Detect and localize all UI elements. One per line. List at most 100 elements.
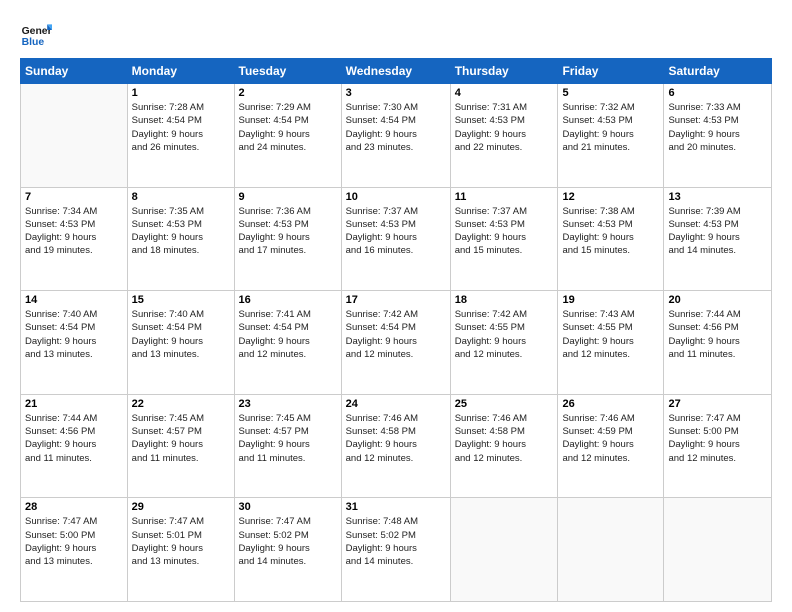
day-cell: 15 Sunrise: 7:40 AMSunset: 4:54 PMDayligh… bbox=[127, 291, 234, 395]
day-number: 12 bbox=[562, 191, 659, 203]
day-number: 8 bbox=[132, 191, 230, 203]
day-cell: 21 Sunrise: 7:44 AMSunset: 4:56 PMDayligh… bbox=[21, 394, 128, 498]
day-number: 24 bbox=[346, 398, 446, 410]
calendar-body: 1 Sunrise: 7:28 AMSunset: 4:54 PMDaylight… bbox=[21, 84, 772, 602]
day-cell: 10Sunrise: 7:37 AMSunset: 4:53 PMDayligh… bbox=[341, 187, 450, 291]
calendar-table: SundayMondayTuesdayWednesdayThursdayFrid… bbox=[20, 58, 772, 602]
day-cell: 28Sunrise: 7:47 AMSunset: 5:00 PMDayligh… bbox=[21, 498, 128, 602]
day-cell: 2 Sunrise: 7:29 AMSunset: 4:54 PMDaylight… bbox=[234, 84, 341, 188]
day-number: 7 bbox=[25, 191, 123, 203]
day-number: 11 bbox=[455, 191, 554, 203]
day-number: 25 bbox=[455, 398, 554, 410]
day-number: 23 bbox=[239, 398, 337, 410]
day-number: 1 bbox=[132, 87, 230, 99]
day-number: 5 bbox=[562, 87, 659, 99]
day-cell: 19 Sunrise: 7:43 AMSunset: 4:55 PMDayligh… bbox=[558, 291, 664, 395]
weekday-saturday: Saturday bbox=[664, 59, 772, 84]
day-info: Sunrise: 7:32 AMSunset: 4:53 PMDaylight:… bbox=[562, 101, 659, 154]
weekday-sunday: Sunday bbox=[21, 59, 128, 84]
day-info: Sunrise: 7:40 AMSunset: 4:54 PMDaylight:… bbox=[132, 308, 230, 361]
day-cell: 12 Sunrise: 7:38 AMSunset: 4:53 PMDayligh… bbox=[558, 187, 664, 291]
day-info: Sunrise: 7:48 AMSunset: 5:02 PMDaylight:… bbox=[346, 515, 446, 568]
day-number: 22 bbox=[132, 398, 230, 410]
day-number: 18 bbox=[455, 294, 554, 306]
day-info: Sunrise: 7:46 AMSunset: 4:59 PMDaylight:… bbox=[562, 412, 659, 465]
day-info: Sunrise: 7:47 AMSunset: 5:02 PMDaylight:… bbox=[239, 515, 337, 568]
day-number: 4 bbox=[455, 87, 554, 99]
day-cell bbox=[664, 498, 772, 602]
day-cell: 27Sunrise: 7:47 AMSunset: 5:00 PMDayligh… bbox=[664, 394, 772, 498]
day-info: Sunrise: 7:29 AMSunset: 4:54 PMDaylight:… bbox=[239, 101, 337, 154]
day-info: Sunrise: 7:41 AMSunset: 4:54 PMDaylight:… bbox=[239, 308, 337, 361]
day-cell: 1 Sunrise: 7:28 AMSunset: 4:54 PMDaylight… bbox=[127, 84, 234, 188]
day-info: Sunrise: 7:39 AMSunset: 4:53 PMDaylight:… bbox=[668, 205, 767, 258]
day-number: 30 bbox=[239, 501, 337, 513]
header: General Blue bbox=[20, 18, 772, 50]
day-info: Sunrise: 7:42 AMSunset: 4:54 PMDaylight:… bbox=[346, 308, 446, 361]
day-number: 20 bbox=[668, 294, 767, 306]
day-cell bbox=[558, 498, 664, 602]
day-info: Sunrise: 7:38 AMSunset: 4:53 PMDaylight:… bbox=[562, 205, 659, 258]
week-row-4: 21 Sunrise: 7:44 AMSunset: 4:56 PMDayligh… bbox=[21, 394, 772, 498]
day-number: 29 bbox=[132, 501, 230, 513]
day-cell: 17 Sunrise: 7:42 AMSunset: 4:54 PMDayligh… bbox=[341, 291, 450, 395]
logo: General Blue bbox=[20, 18, 56, 50]
day-number: 26 bbox=[562, 398, 659, 410]
day-cell: 5 Sunrise: 7:32 AMSunset: 4:53 PMDaylight… bbox=[558, 84, 664, 188]
day-cell: 23Sunrise: 7:45 AMSunset: 4:57 PMDayligh… bbox=[234, 394, 341, 498]
day-number: 31 bbox=[346, 501, 446, 513]
day-cell: 4 Sunrise: 7:31 AMSunset: 4:53 PMDaylight… bbox=[450, 84, 558, 188]
day-number: 16 bbox=[239, 294, 337, 306]
day-number: 2 bbox=[239, 87, 337, 99]
day-number: 13 bbox=[668, 191, 767, 203]
day-cell bbox=[450, 498, 558, 602]
day-cell: 25Sunrise: 7:46 AMSunset: 4:58 PMDayligh… bbox=[450, 394, 558, 498]
day-number: 15 bbox=[132, 294, 230, 306]
svg-text:Blue: Blue bbox=[22, 37, 45, 48]
day-number: 21 bbox=[25, 398, 123, 410]
page: General Blue SundayMondayTuesdayWednesda… bbox=[0, 0, 792, 612]
day-cell: 16 Sunrise: 7:41 AMSunset: 4:54 PMDayligh… bbox=[234, 291, 341, 395]
week-row-5: 28Sunrise: 7:47 AMSunset: 5:00 PMDayligh… bbox=[21, 498, 772, 602]
day-cell: 24 Sunrise: 7:46 AMSunset: 4:58 PMDayligh… bbox=[341, 394, 450, 498]
weekday-friday: Friday bbox=[558, 59, 664, 84]
day-cell: 9 Sunrise: 7:36 AMSunset: 4:53 PMDaylight… bbox=[234, 187, 341, 291]
day-info: Sunrise: 7:43 AMSunset: 4:55 PMDaylight:… bbox=[562, 308, 659, 361]
weekday-thursday: Thursday bbox=[450, 59, 558, 84]
weekday-tuesday: Tuesday bbox=[234, 59, 341, 84]
day-info: Sunrise: 7:47 AMSunset: 5:00 PMDaylight:… bbox=[668, 412, 767, 465]
day-number: 19 bbox=[562, 294, 659, 306]
day-info: Sunrise: 7:37 AMSunset: 4:53 PMDaylight:… bbox=[455, 205, 554, 258]
day-cell: 11 Sunrise: 7:37 AMSunset: 4:53 PMDayligh… bbox=[450, 187, 558, 291]
day-info: Sunrise: 7:34 AMSunset: 4:53 PMDaylight:… bbox=[25, 205, 123, 258]
day-info: Sunrise: 7:35 AMSunset: 4:53 PMDaylight:… bbox=[132, 205, 230, 258]
day-cell: 3Sunrise: 7:30 AMSunset: 4:54 PMDaylight… bbox=[341, 84, 450, 188]
day-info: Sunrise: 7:44 AMSunset: 4:56 PMDaylight:… bbox=[25, 412, 123, 465]
day-info: Sunrise: 7:46 AMSunset: 4:58 PMDaylight:… bbox=[346, 412, 446, 465]
day-info: Sunrise: 7:45 AMSunset: 4:57 PMDaylight:… bbox=[132, 412, 230, 465]
day-info: Sunrise: 7:31 AMSunset: 4:53 PMDaylight:… bbox=[455, 101, 554, 154]
week-row-2: 7 Sunrise: 7:34 AMSunset: 4:53 PMDaylight… bbox=[21, 187, 772, 291]
day-cell: 29 Sunrise: 7:47 AMSunset: 5:01 PMDayligh… bbox=[127, 498, 234, 602]
week-row-3: 14 Sunrise: 7:40 AMSunset: 4:54 PMDayligh… bbox=[21, 291, 772, 395]
day-cell: 8 Sunrise: 7:35 AMSunset: 4:53 PMDaylight… bbox=[127, 187, 234, 291]
day-cell: 22 Sunrise: 7:45 AMSunset: 4:57 PMDayligh… bbox=[127, 394, 234, 498]
week-row-1: 1 Sunrise: 7:28 AMSunset: 4:54 PMDaylight… bbox=[21, 84, 772, 188]
day-number: 9 bbox=[239, 191, 337, 203]
day-info: Sunrise: 7:36 AMSunset: 4:53 PMDaylight:… bbox=[239, 205, 337, 258]
day-cell: 14Sunrise: 7:40 AMSunset: 4:54 PMDayligh… bbox=[21, 291, 128, 395]
day-number: 17 bbox=[346, 294, 446, 306]
day-cell: 31 Sunrise: 7:48 AMSunset: 5:02 PMDayligh… bbox=[341, 498, 450, 602]
day-cell: 18Sunrise: 7:42 AMSunset: 4:55 PMDayligh… bbox=[450, 291, 558, 395]
day-cell bbox=[21, 84, 128, 188]
day-info: Sunrise: 7:28 AMSunset: 4:54 PMDaylight:… bbox=[132, 101, 230, 154]
day-number: 28 bbox=[25, 501, 123, 513]
day-number: 6 bbox=[668, 87, 767, 99]
day-info: Sunrise: 7:47 AMSunset: 5:01 PMDaylight:… bbox=[132, 515, 230, 568]
weekday-header-row: SundayMondayTuesdayWednesdayThursdayFrid… bbox=[21, 59, 772, 84]
day-number: 3 bbox=[346, 87, 446, 99]
logo-icon: General Blue bbox=[20, 18, 52, 50]
day-cell: 13 Sunrise: 7:39 AMSunset: 4:53 PMDayligh… bbox=[664, 187, 772, 291]
day-cell: 20Sunrise: 7:44 AMSunset: 4:56 PMDayligh… bbox=[664, 291, 772, 395]
day-number: 14 bbox=[25, 294, 123, 306]
